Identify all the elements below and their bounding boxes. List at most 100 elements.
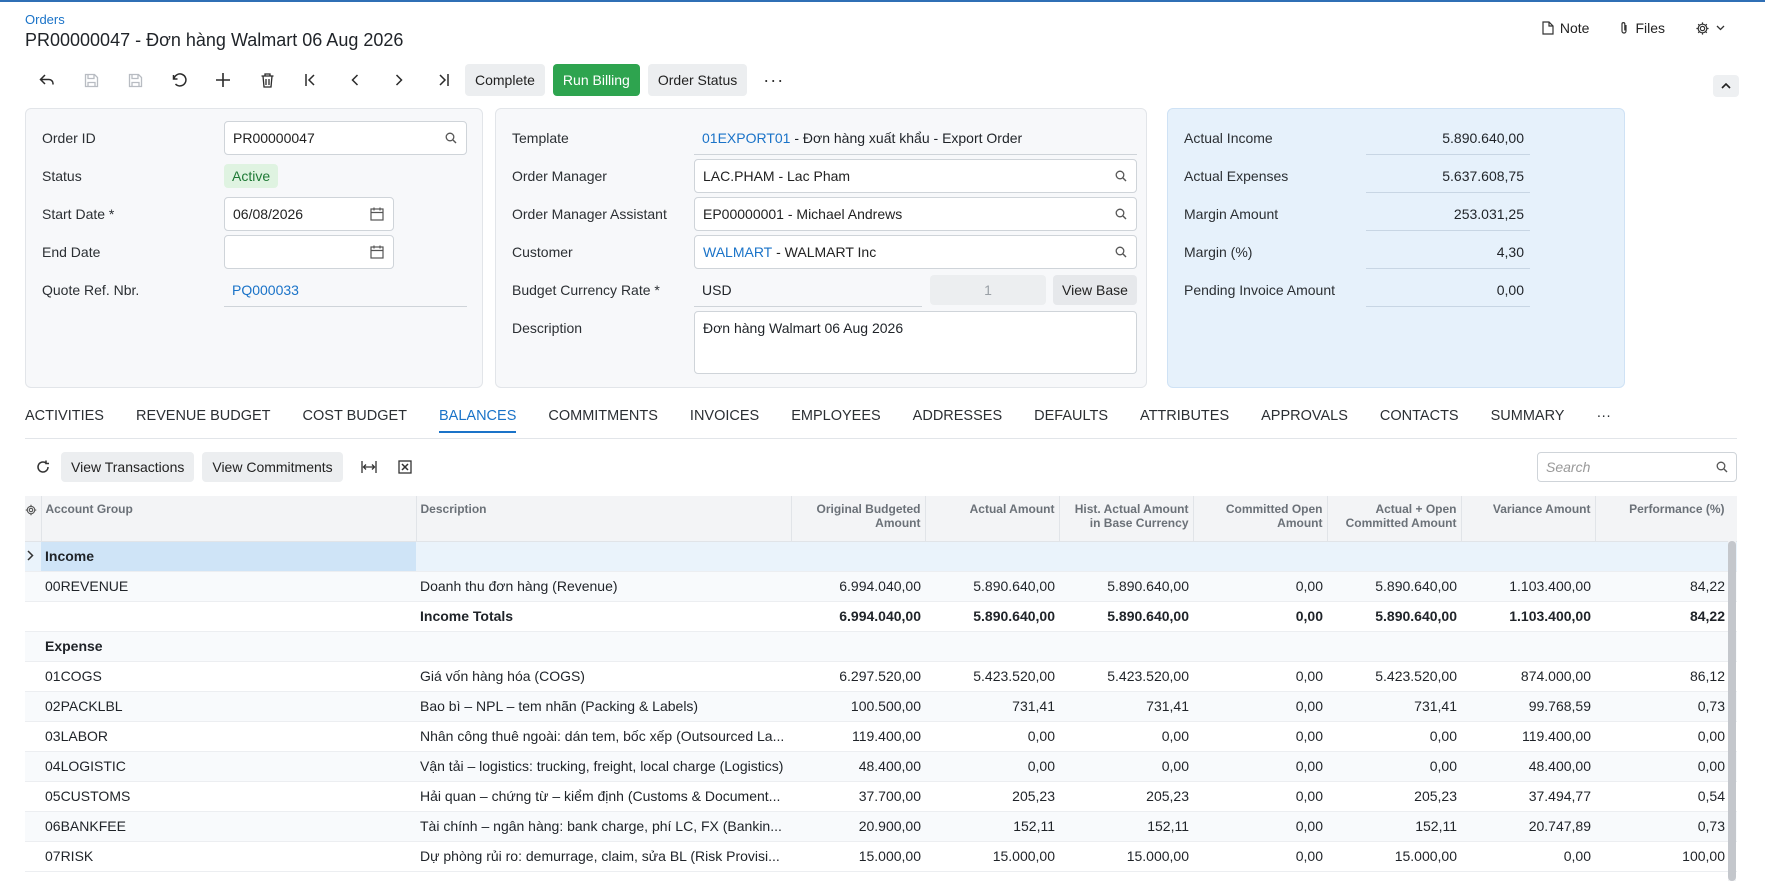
end-date-input[interactable] xyxy=(224,235,394,269)
column-settings-header[interactable] xyxy=(25,496,42,542)
search-icon[interactable] xyxy=(1115,170,1127,182)
pending-invoice-value: 0,00 xyxy=(1366,273,1530,307)
files-button[interactable]: Files xyxy=(1619,20,1665,36)
more-actions-button[interactable]: ··· xyxy=(755,70,792,91)
last-record-button[interactable] xyxy=(421,64,465,96)
tab-revenue-budget[interactable]: REVENUE BUDGET xyxy=(136,408,271,431)
tab-approvals[interactable]: APPROVALS xyxy=(1261,408,1348,431)
view-base-button[interactable]: View Base xyxy=(1053,275,1137,305)
column-performance[interactable]: Performance (%) xyxy=(1595,496,1737,542)
quote-ref-link[interactable]: PQ000033 xyxy=(232,282,299,298)
group-row-income[interactable]: Income xyxy=(25,541,1737,572)
cell-hist-actual: 15.000,00 xyxy=(1059,841,1193,872)
cell-original-budgeted: 100.500,00 xyxy=(791,691,925,722)
fit-columns-button[interactable] xyxy=(351,452,387,482)
chevron-left-icon xyxy=(351,74,359,86)
previous-record-button[interactable] xyxy=(333,64,377,96)
note-button[interactable]: Note xyxy=(1542,20,1589,36)
table-row[interactable]: 05CUSTOMS Hải quan – chứng từ – kiểm định… xyxy=(25,781,1737,812)
column-original-budgeted-line1: Original Budgeted xyxy=(816,502,921,516)
table-row[interactable]: 03LABOR Nhân công thuê ngoài: dán tem, bố… xyxy=(25,721,1737,752)
cell-performance: 86,12 xyxy=(1595,661,1737,692)
table-row[interactable]: 06BANKFEE Tài chính – ngân hàng: bank cha… xyxy=(25,811,1737,842)
template-link[interactable]: 01EXPORT01 xyxy=(702,130,790,146)
budget-currency-field[interactable]: USD xyxy=(694,273,922,307)
search-icon[interactable] xyxy=(1115,246,1127,258)
tab-attributes[interactable]: ATTRIBUTES xyxy=(1140,408,1229,431)
cancel-button[interactable] xyxy=(157,64,201,96)
gear-icon[interactable] xyxy=(25,504,37,516)
settings-menu-button[interactable] xyxy=(1695,21,1725,36)
add-button[interactable] xyxy=(201,64,245,96)
customer-link[interactable]: WALMART xyxy=(703,244,772,260)
group-expand-toggle[interactable] xyxy=(25,541,41,572)
order-id-input[interactable]: PR00000047 xyxy=(224,121,467,155)
search-icon[interactable] xyxy=(1115,208,1127,220)
column-actual-open-line2: Committed Amount xyxy=(1345,516,1457,530)
description-textarea[interactable]: Đơn hàng Walmart 06 Aug 2026 xyxy=(694,311,1137,374)
order-manager-assistant-input[interactable]: EP00000001 - Michael Andrews xyxy=(694,197,1137,231)
more-tabs-button[interactable]: ··· xyxy=(1596,408,1611,431)
table-row[interactable]: 07RISK Dự phòng rủi ro: demurrage, claim,… xyxy=(25,841,1737,872)
calendar-icon[interactable] xyxy=(370,245,384,259)
table-row[interactable]: 02PACKLBL Bao bì – NPL – tem nhãn (Packin… xyxy=(25,691,1737,722)
column-hist-actual[interactable]: Hist. Actual Amount in Base Currency xyxy=(1059,496,1194,542)
tab-activities[interactable]: ACTIVITIES xyxy=(25,408,104,431)
order-info-panel: Order ID PR00000047 Status Active Start … xyxy=(25,108,483,388)
tab-employees[interactable]: EMPLOYEES xyxy=(791,408,880,431)
delete-button[interactable] xyxy=(245,64,289,96)
cell-actual-open-committed: 0,00 xyxy=(1327,721,1461,752)
start-date-input[interactable]: 06/08/2026 xyxy=(224,197,394,231)
tab-addresses[interactable]: ADDRESSES xyxy=(913,408,1002,431)
calendar-icon[interactable] xyxy=(370,207,384,221)
row-spacer xyxy=(25,721,41,752)
tab-defaults[interactable]: DEFAULTS xyxy=(1034,408,1108,431)
tab-invoices[interactable]: INVOICES xyxy=(690,408,759,431)
search-icon[interactable] xyxy=(1716,461,1728,473)
top-accent-line xyxy=(0,0,1765,2)
back-button[interactable] xyxy=(25,64,69,96)
cell-actual-amount: 5.890.640,00 xyxy=(925,601,1059,632)
grid-scrollbar-thumb[interactable] xyxy=(1728,541,1736,881)
table-row[interactable]: 01COGS Giá vốn hàng hóa (COGS) 6.297.520,0… xyxy=(25,661,1737,692)
collapse-header-button[interactable] xyxy=(1713,75,1739,97)
cell-committed-open: 0,00 xyxy=(1193,691,1327,722)
table-row[interactable]: 00REVENUE Doanh thu đơn hàng (Revenue) 6… xyxy=(25,571,1737,602)
complete-button[interactable]: Complete xyxy=(465,64,545,96)
plus-icon xyxy=(216,73,230,87)
export-excel-button[interactable] xyxy=(387,452,423,482)
column-actual-amount[interactable]: Actual Amount xyxy=(925,496,1060,542)
column-actual-open-committed[interactable]: Actual + Open Committed Amount xyxy=(1327,496,1462,542)
start-date-value: 06/08/2026 xyxy=(233,206,304,222)
order-status-button[interactable]: Order Status xyxy=(647,64,748,96)
save-close-button[interactable] xyxy=(69,64,113,96)
refresh-button[interactable] xyxy=(25,452,61,482)
grid-search-input[interactable]: Search xyxy=(1537,452,1737,482)
totals-row-income[interactable]: Income Totals 6.994.040,00 5.890.640,00 … xyxy=(25,601,1737,632)
next-record-button[interactable] xyxy=(377,64,421,96)
tab-contacts[interactable]: CONTACTS xyxy=(1380,408,1459,431)
view-transactions-button[interactable]: View Transactions xyxy=(61,452,195,482)
first-record-button[interactable] xyxy=(289,64,333,96)
run-billing-button[interactable]: Run Billing xyxy=(552,64,640,96)
column-committed-open[interactable]: Committed Open Amount xyxy=(1193,496,1328,542)
cell-actual-amount: 0,00 xyxy=(925,751,1059,782)
tab-cost-budget[interactable]: COST BUDGET xyxy=(303,408,407,431)
search-icon[interactable] xyxy=(445,132,457,144)
view-commitments-button[interactable]: View Commitments xyxy=(202,452,343,482)
cell-hist-actual: 5.890.640,00 xyxy=(1059,571,1193,602)
breadcrumb[interactable]: Orders xyxy=(25,12,65,27)
column-account-group[interactable]: Account Group xyxy=(41,496,417,542)
group-row-expense[interactable]: Expense xyxy=(25,631,1737,662)
grid-scrollbar[interactable] xyxy=(1728,541,1736,881)
customer-input[interactable]: WALMART - WALMART Inc xyxy=(694,235,1137,269)
save-button[interactable] xyxy=(113,64,157,96)
tab-summary[interactable]: SUMMARY xyxy=(1491,408,1565,431)
column-original-budgeted[interactable]: Original Budgeted Amount xyxy=(791,496,926,542)
table-row[interactable]: 04LOGISTIC Vận tải – logistics: trucking,… xyxy=(25,751,1737,782)
tab-balances[interactable]: BALANCES xyxy=(439,408,517,433)
order-manager-input[interactable]: LAC.PHAM - Lac Pham xyxy=(694,159,1137,193)
column-description[interactable]: Description xyxy=(416,496,792,542)
tab-commitments[interactable]: COMMITMENTS xyxy=(548,408,658,431)
column-variance[interactable]: Variance Amount xyxy=(1461,496,1596,542)
